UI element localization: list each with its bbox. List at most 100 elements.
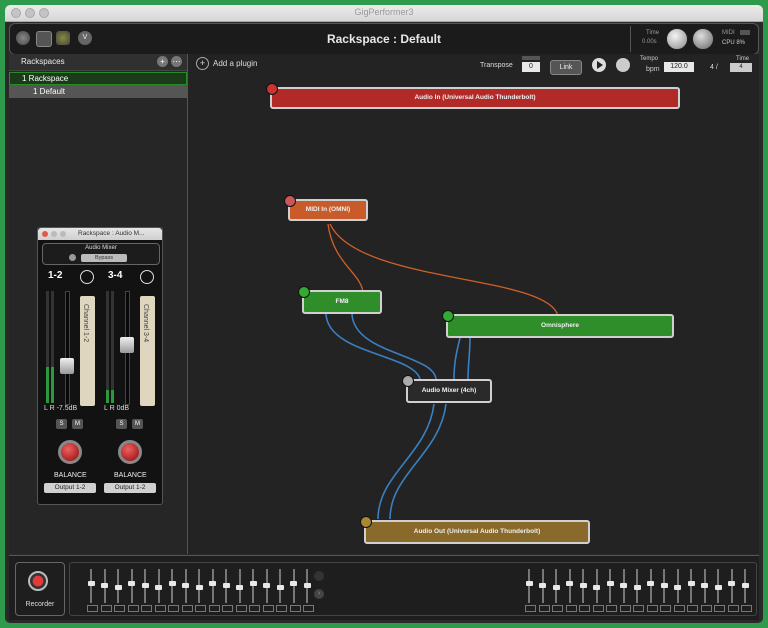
- audio-wire[interactable]: [377, 403, 435, 520]
- global-fader-track[interactable]: [90, 569, 92, 603]
- global-fader-track[interactable]: [292, 569, 295, 603]
- rackspaces-sidebar: Rackspaces + ⋯ 1 Rackspace 1 Default Rac…: [9, 54, 188, 554]
- mute-button[interactable]: M: [72, 419, 83, 429]
- global-fader-handle[interactable]: [195, 585, 203, 590]
- global-fader-handle[interactable]: [168, 581, 176, 586]
- mute-button[interactable]: M: [132, 419, 143, 429]
- master-dial-knob[interactable]: [692, 28, 714, 50]
- global-fader-handle[interactable]: [101, 583, 108, 588]
- mixer-zoom-button[interactable]: [60, 231, 66, 237]
- audio-out-node[interactable]: Audio Out (Universal Audio Thunderbolt): [360, 516, 590, 544]
- global-fader-handle[interactable]: [741, 583, 749, 588]
- global-fader-handle[interactable]: [155, 585, 162, 590]
- global-fader-track[interactable]: [649, 569, 652, 603]
- global-fader-handle[interactable]: [249, 581, 257, 586]
- add-rackspace-button[interactable]: +: [157, 56, 168, 67]
- record-button[interactable]: [28, 571, 48, 591]
- balance-knob[interactable]: [58, 440, 82, 464]
- global-fader-handle[interactable]: [593, 585, 600, 590]
- global-fader-track[interactable]: [211, 569, 214, 603]
- global-fader-handle[interactable]: [236, 585, 243, 590]
- mixer-close-button[interactable]: [42, 231, 48, 237]
- global-fader-handle[interactable]: [714, 585, 722, 590]
- output-select[interactable]: Output 1-2: [44, 483, 96, 493]
- audio-wire[interactable]: [389, 403, 447, 520]
- power-icon[interactable]: [69, 254, 76, 261]
- meter-fill: [51, 367, 54, 403]
- global-fader-track[interactable]: [171, 569, 173, 603]
- stereo-link-icon[interactable]: [140, 270, 154, 284]
- midi-in-node[interactable]: MIDI In (OMNI): [284, 195, 368, 221]
- solo-button[interactable]: S: [116, 419, 127, 429]
- volume-fader-handle[interactable]: [120, 337, 134, 353]
- global-fader-handle[interactable]: [552, 585, 560, 590]
- global-fader-track[interactable]: [252, 569, 254, 603]
- global-fader-handle[interactable]: [303, 583, 311, 588]
- bypass-button[interactable]: Bypass: [81, 254, 127, 262]
- global-fader-handle[interactable]: [128, 581, 135, 586]
- global-fader-label-box: [538, 605, 550, 612]
- global-fader-handle[interactable]: [222, 583, 230, 588]
- global-fader-handle[interactable]: [276, 585, 284, 590]
- global-fader-handle[interactable]: [539, 583, 546, 588]
- global-fader-handle[interactable]: [620, 583, 627, 588]
- sidebar-item-rackspace[interactable]: 1 Rackspace: [9, 72, 187, 85]
- global-fader-handle[interactable]: [687, 581, 695, 586]
- audio-wire[interactable]: [325, 313, 421, 380]
- global-fader-handle[interactable]: [701, 583, 708, 588]
- global-fader-track[interactable]: [730, 569, 733, 603]
- mixer-minimize-button[interactable]: [51, 231, 57, 237]
- midi-wire[interactable]: [327, 223, 364, 295]
- plugin-power-icon[interactable]: [284, 195, 296, 207]
- global-fader-handle[interactable]: [579, 583, 587, 588]
- more-options-button[interactable]: ⋯: [171, 56, 182, 67]
- audio-wire[interactable]: [467, 337, 471, 380]
- global-fader-handle[interactable]: [728, 581, 735, 586]
- global-fader-handle[interactable]: [263, 583, 270, 588]
- output-select[interactable]: Output 1-2: [104, 483, 156, 493]
- global-fader-handle[interactable]: [209, 581, 216, 586]
- audio-mixer-node[interactable]: Audio Mixer (4ch): [402, 375, 492, 403]
- solo-button[interactable]: S: [56, 419, 67, 429]
- panel-divider[interactable]: [187, 54, 188, 554]
- master-volume-knob[interactable]: [666, 28, 688, 50]
- global-fader-handle[interactable]: [633, 585, 641, 590]
- plugin-power-icon[interactable]: [298, 286, 310, 298]
- global-fader-handle[interactable]: [606, 581, 614, 586]
- global-fader-handle[interactable]: [87, 581, 95, 586]
- global-fader-label-box: [619, 605, 631, 612]
- global-fader-handle[interactable]: [674, 585, 681, 590]
- global-fader-handle[interactable]: [141, 583, 149, 588]
- global-fader-handle[interactable]: [660, 583, 668, 588]
- audio-wire[interactable]: [351, 313, 437, 380]
- node-label: Audio Out (Universal Audio Thunderbolt): [413, 528, 541, 535]
- stereo-link-icon[interactable]: [80, 270, 94, 284]
- global-fader-handle[interactable]: [114, 585, 122, 590]
- global-fader-handle[interactable]: [647, 581, 654, 586]
- omnisphere-node[interactable]: Omnisphere: [442, 310, 674, 338]
- plugin-power-icon[interactable]: [402, 375, 414, 387]
- volume-fader-track[interactable]: [65, 291, 70, 405]
- global-fader-handle[interactable]: [525, 581, 533, 586]
- global-fader-track[interactable]: [609, 569, 611, 603]
- balance-label: BALANCE: [114, 472, 147, 479]
- plugin-power-icon[interactable]: [266, 83, 278, 95]
- global-fader-track[interactable]: [568, 569, 571, 603]
- global-fader-handle[interactable]: [566, 581, 573, 586]
- global-fader-handle[interactable]: [182, 583, 189, 588]
- global-fader-track[interactable]: [528, 569, 530, 603]
- wiring-canvas[interactable]: + Add a plugin Transpose 0 Link Tempo bpm…: [188, 54, 759, 554]
- balance-knob[interactable]: [118, 440, 142, 464]
- fm8-node[interactable]: FM8: [298, 286, 382, 314]
- global-fader-track[interactable]: [690, 569, 692, 603]
- global-fader-track[interactable]: [130, 569, 133, 603]
- scroll-right-button[interactable]: ›: [314, 589, 324, 599]
- plugin-power-icon[interactable]: [360, 516, 372, 528]
- plugin-power-icon[interactable]: [442, 310, 454, 322]
- global-fader-handle[interactable]: [290, 581, 297, 586]
- volume-fader-handle[interactable]: [60, 358, 74, 374]
- audio-in-node[interactable]: Audio In (Universal Audio Thunderbolt): [266, 83, 680, 109]
- audio-wire[interactable]: [453, 337, 461, 380]
- sidebar-item-variation[interactable]: 1 Default: [9, 85, 187, 98]
- recorder-panel: Recorder: [15, 562, 65, 616]
